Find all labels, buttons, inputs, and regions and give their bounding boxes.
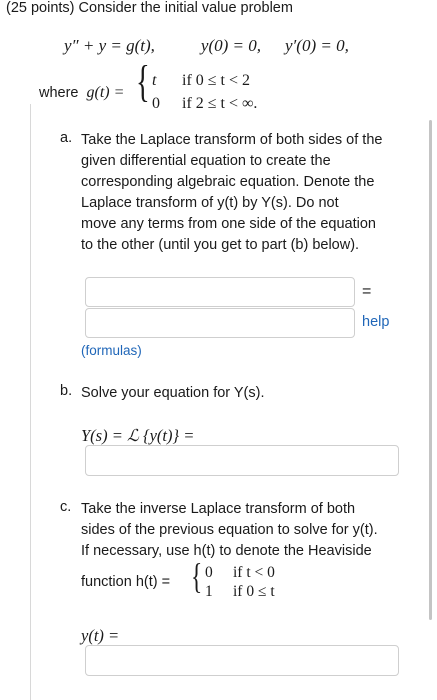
where-label: where — [39, 85, 79, 101]
part-a-equals: = — [362, 283, 372, 300]
ode-lhs: y″ + y = g(t), — [64, 36, 155, 55]
part-a-letter: a. — [60, 130, 73, 146]
h-cases: 0 if t < 0 1 if 0 ≤ t — [205, 564, 275, 600]
part-c-letter: c. — [60, 499, 72, 515]
formulas-link[interactable]: (formulas) — [81, 343, 142, 358]
ode-ic2: y′(0) = 0, — [285, 36, 349, 55]
g-lhs: g(t) = — [86, 84, 125, 101]
scrollbar[interactable] — [429, 120, 432, 620]
part-c-answer-label: y(t) = — [81, 626, 120, 645]
ode-ic1: y(0) = 0, — [200, 36, 262, 55]
heaviside-prefix: function h(t) = — [81, 574, 171, 590]
brace-g: { — [136, 57, 150, 106]
part-a-lhs-input[interactable] — [85, 277, 355, 307]
part-b-text: Solve your equation for Y(s). — [81, 385, 265, 401]
card-left-border — [30, 104, 31, 700]
part-b-input[interactable] — [85, 445, 399, 476]
g-case2-cond: if 2 ≤ t < ∞. — [182, 95, 258, 112]
brace-h: { — [191, 556, 203, 596]
part-c-text: Take the inverse Laplace transform of bo… — [81, 501, 378, 559]
part-a-text: Take the Laplace transform of both sides… — [81, 132, 383, 253]
g-case1-cond: if 0 ≤ t < 2 — [182, 72, 251, 89]
h-case2-cond: if 0 ≤ t — [233, 583, 275, 600]
part-a-rhs-input[interactable] — [85, 308, 355, 338]
part-b-equation: Y(s) = ℒ {y(t)} = — [81, 426, 195, 445]
help-link[interactable]: help — [362, 314, 389, 330]
problem-header: (25 points) Consider the initial value p… — [6, 0, 293, 16]
ode-equation: y″ + y = g(t), y(0) = 0, y′(0) = 0, — [64, 36, 349, 56]
h-case1-cond: if t < 0 — [233, 564, 275, 581]
part-b-letter: b. — [60, 383, 73, 399]
part-c-input[interactable] — [85, 645, 399, 676]
g-cases: t if 0 ≤ t < 2 0 if 2 ≤ t < ∞. — [152, 72, 258, 112]
piecewise-g-definition: where g(t) = — [39, 84, 124, 102]
